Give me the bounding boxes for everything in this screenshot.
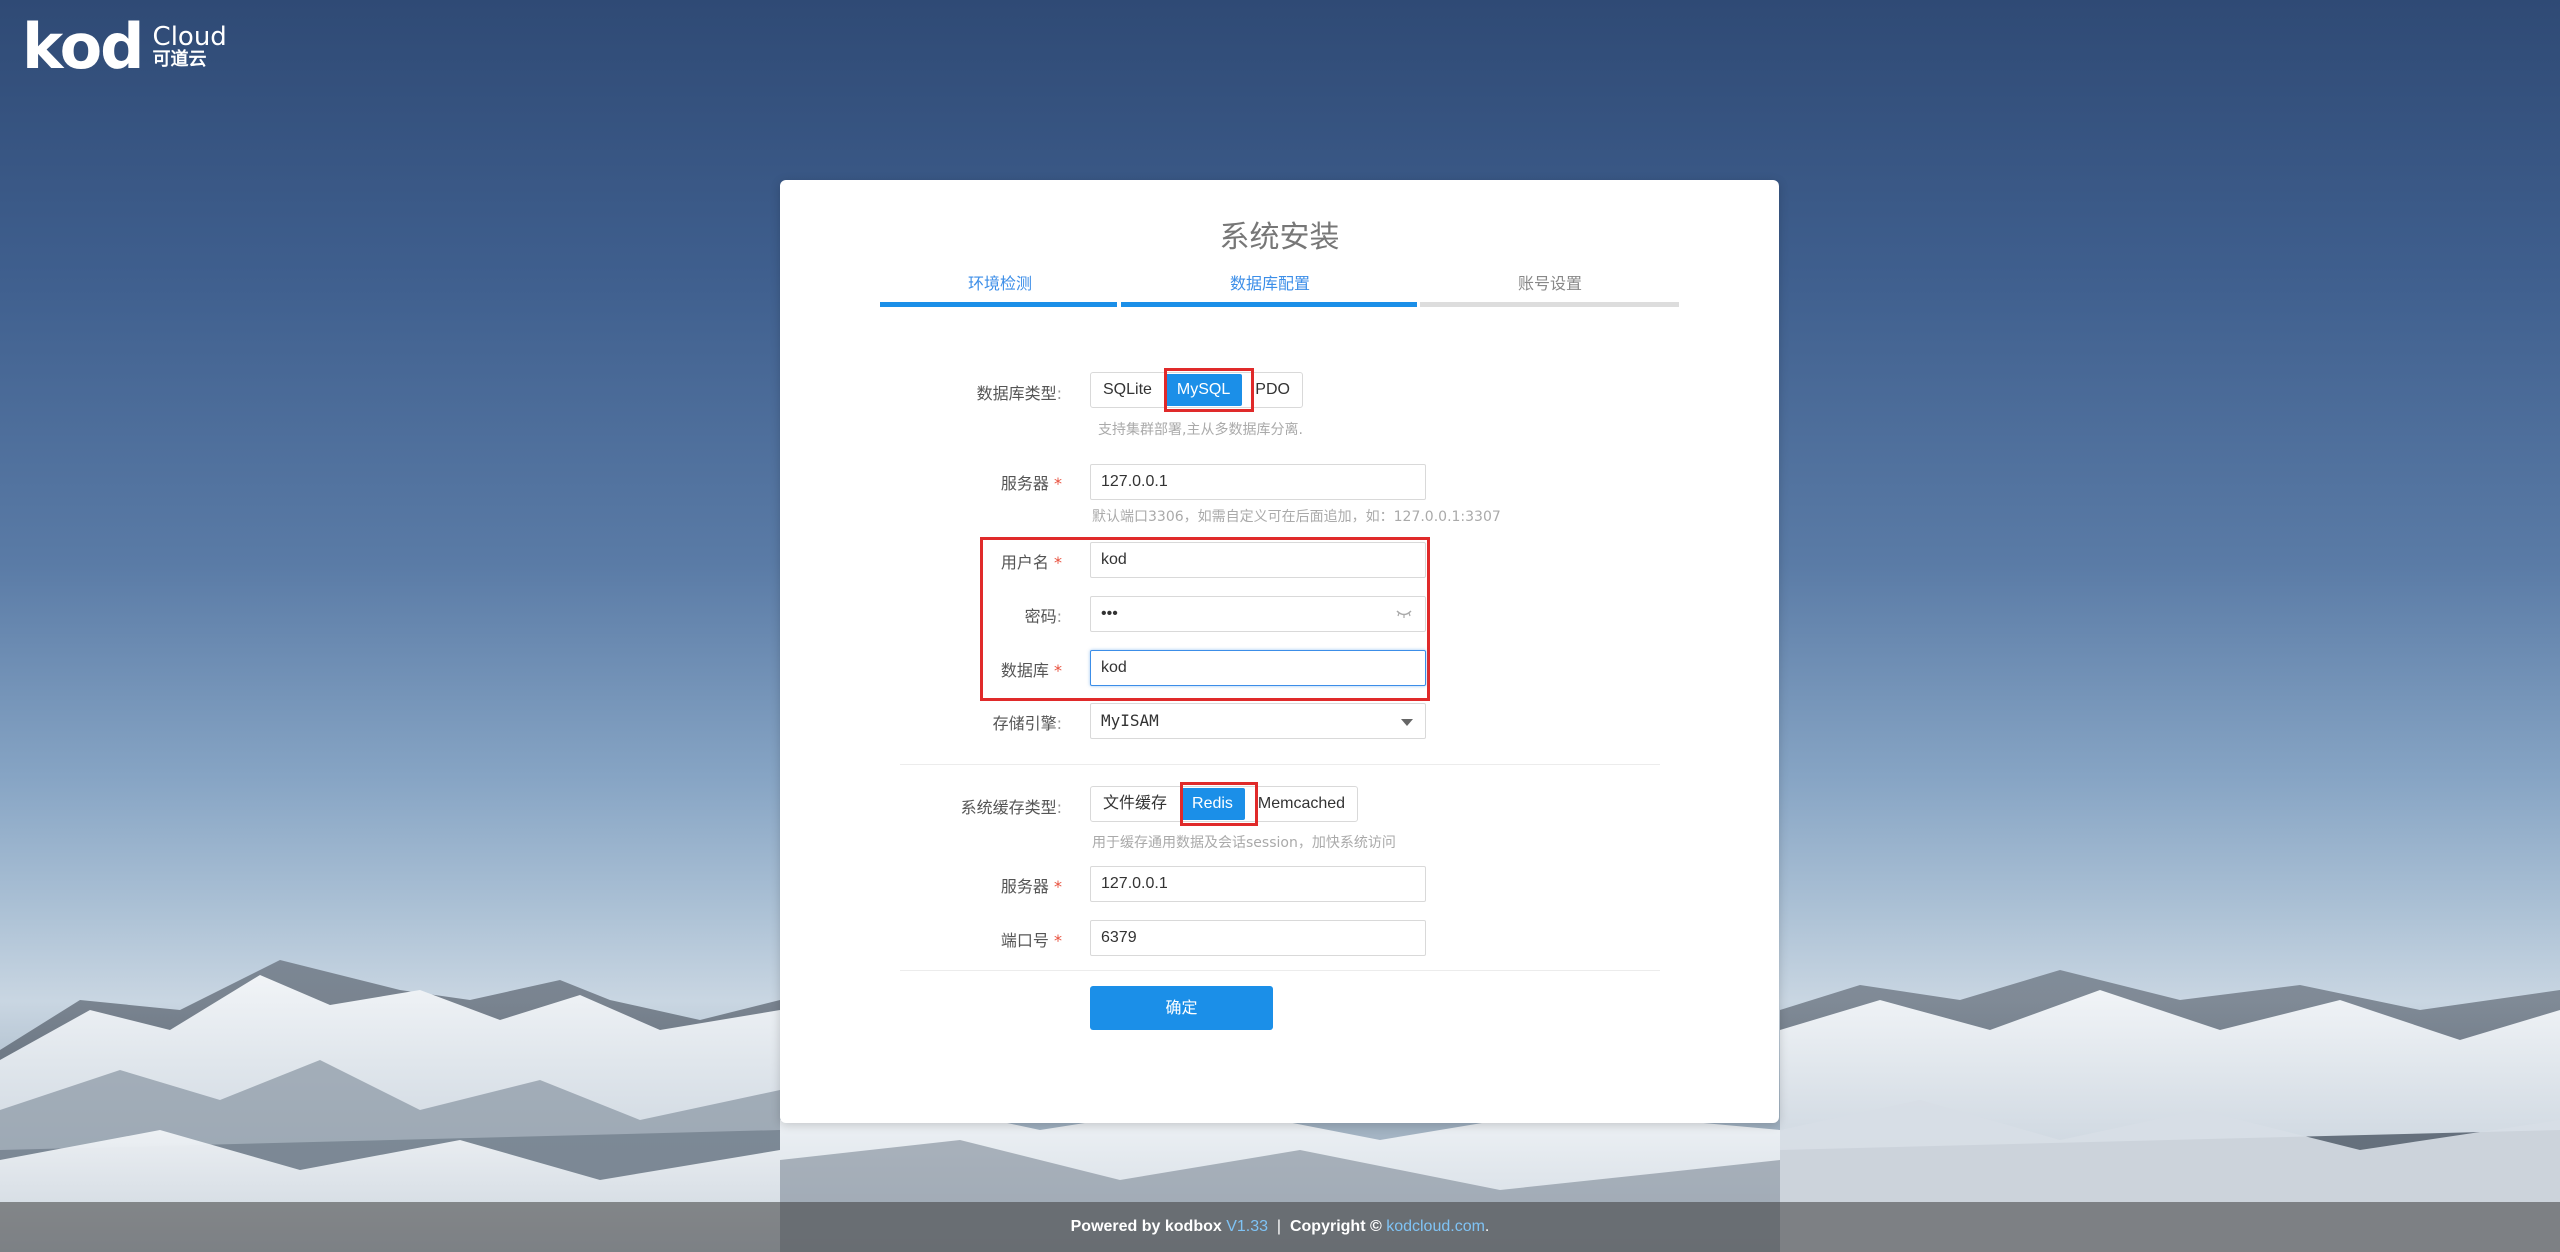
step-db-config: 数据库配置	[1229, 274, 1310, 293]
db-user-input[interactable]: kod	[1090, 542, 1426, 578]
footer-copyright: Copyright ©	[1289, 1218, 1382, 1235]
db-name-input[interactable]: kod	[1090, 650, 1426, 686]
chevron-down-icon	[1401, 719, 1413, 726]
eye-closed-icon[interactable]	[1395, 606, 1413, 620]
step-account: 账号设置	[1517, 274, 1582, 293]
cache-port-label: 端口号 *	[1000, 931, 1062, 950]
footer: Powered by kodbox V1.33 | Copyright © ko…	[0, 1202, 2560, 1252]
db-server-hint: 默认端口3306，如需自定义可在后面追加，如：127.0.0.1:3307	[1092, 509, 1501, 525]
step-bar-account	[1420, 302, 1679, 307]
logo-mark: kod	[22, 10, 145, 83]
cache-type-memcached[interactable]: Memcached	[1246, 787, 1357, 821]
step-bar-env	[880, 302, 1117, 307]
db-engine-label: 存储引擎:	[992, 714, 1062, 733]
db-type-label: 数据库类型:	[976, 384, 1062, 403]
db-password-input[interactable]: •••	[1090, 596, 1426, 632]
db-server-label: 服务器 *	[1000, 474, 1062, 493]
cache-type-hint: 用于缓存通用数据及会话session，加快系统访问	[1092, 835, 1396, 851]
footer-separator: |	[1276, 1218, 1282, 1235]
db-password-value: •••	[1101, 605, 1118, 622]
footer-version-link[interactable]: V1.33	[1226, 1218, 1268, 1235]
logo-cloud-text: Cloud	[152, 21, 227, 52]
form-bottom-divider	[900, 970, 1660, 971]
footer-end: .	[1484, 1218, 1490, 1235]
section-divider	[900, 764, 1660, 765]
cache-port-input[interactable]: 6379	[1090, 920, 1426, 956]
db-server-input[interactable]: 127.0.0.1	[1090, 464, 1426, 500]
highlight-redis	[1180, 782, 1258, 826]
db-engine-select[interactable]: MyISAM	[1090, 703, 1426, 739]
db-password-label: 密码:	[1024, 607, 1062, 626]
highlight-mysql	[1164, 368, 1254, 412]
cache-server-label: 服务器 *	[1000, 877, 1062, 896]
cache-type-label: 系统缓存类型:	[960, 798, 1062, 817]
step-bar-db	[1121, 302, 1417, 307]
step-env-check: 环境检测	[967, 274, 1032, 293]
db-type-hint: 支持集群部署,主从多数据库分离.	[1098, 422, 1303, 438]
db-user-label: 用户名 *	[1000, 553, 1062, 572]
footer-powered: Powered by kodbox	[1070, 1218, 1222, 1235]
kodcloud-logo: kod Cloud 可道云	[22, 16, 227, 78]
db-engine-value: MyISAM	[1101, 711, 1159, 730]
cache-server-input[interactable]: 127.0.0.1	[1090, 866, 1426, 902]
install-card: 系统安装 环境检测 数据库配置 账号设置 数据库类型: SQLite MySQL…	[780, 180, 1779, 1123]
footer-site-link[interactable]: kodcloud.com	[1386, 1218, 1485, 1235]
logo-cn-text: 可道云	[152, 49, 207, 71]
cache-type-file[interactable]: 文件缓存	[1091, 787, 1179, 821]
db-type-sqlite[interactable]: SQLite	[1091, 373, 1164, 407]
confirm-button[interactable]: 确定	[1090, 986, 1273, 1030]
page-title: 系统安装	[1219, 220, 1340, 255]
db-name-label: 数据库 *	[1000, 661, 1062, 680]
